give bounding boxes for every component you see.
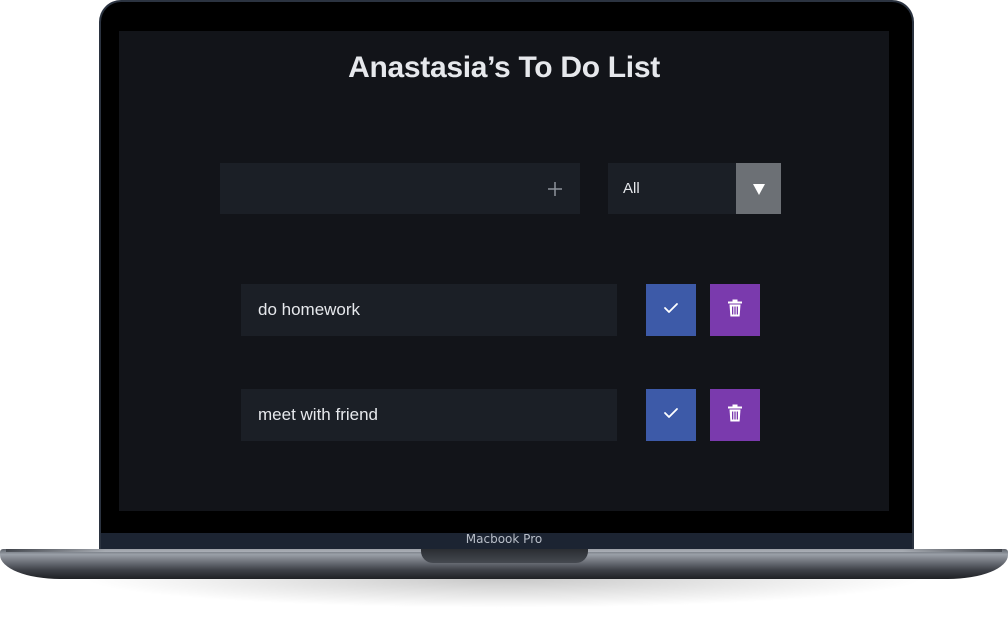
filter-select[interactable]: All [608,163,781,214]
todo-item-text: meet with friend [258,405,378,424]
todo-item-box: meet with friend [241,389,617,441]
todo-item: meet with friend [241,389,761,441]
triangle-down-icon [752,182,766,196]
trash-icon [727,404,743,427]
todo-item: do homework [241,284,761,336]
complete-button[interactable] [646,389,696,441]
todo-input[interactable] [220,163,530,214]
add-todo-button[interactable] [530,163,580,214]
laptop-shadow [80,578,928,608]
filter-selected-value: All [623,180,640,197]
complete-button[interactable] [646,284,696,336]
todo-item-box: do homework [241,284,617,336]
delete-button[interactable] [710,284,760,336]
filter-dropdown-button[interactable] [736,163,781,214]
laptop-mockup: Macbook Pro Anastasia’s To Do List All d… [0,0,1008,635]
add-todo-form [220,163,580,214]
page-title: Anastasia’s To Do List [348,51,660,84]
check-icon [663,406,679,424]
app-screen: Anastasia’s To Do List All do homework m… [119,31,889,511]
check-icon [663,301,679,319]
device-label: Macbook Pro [465,532,543,546]
trash-icon [727,299,743,322]
delete-button[interactable] [710,389,760,441]
plus-icon [547,175,563,203]
todo-list: do homework meet with friend [241,284,761,494]
todo-item-text: do homework [258,300,361,319]
laptop-hinge-notch [421,549,588,563]
